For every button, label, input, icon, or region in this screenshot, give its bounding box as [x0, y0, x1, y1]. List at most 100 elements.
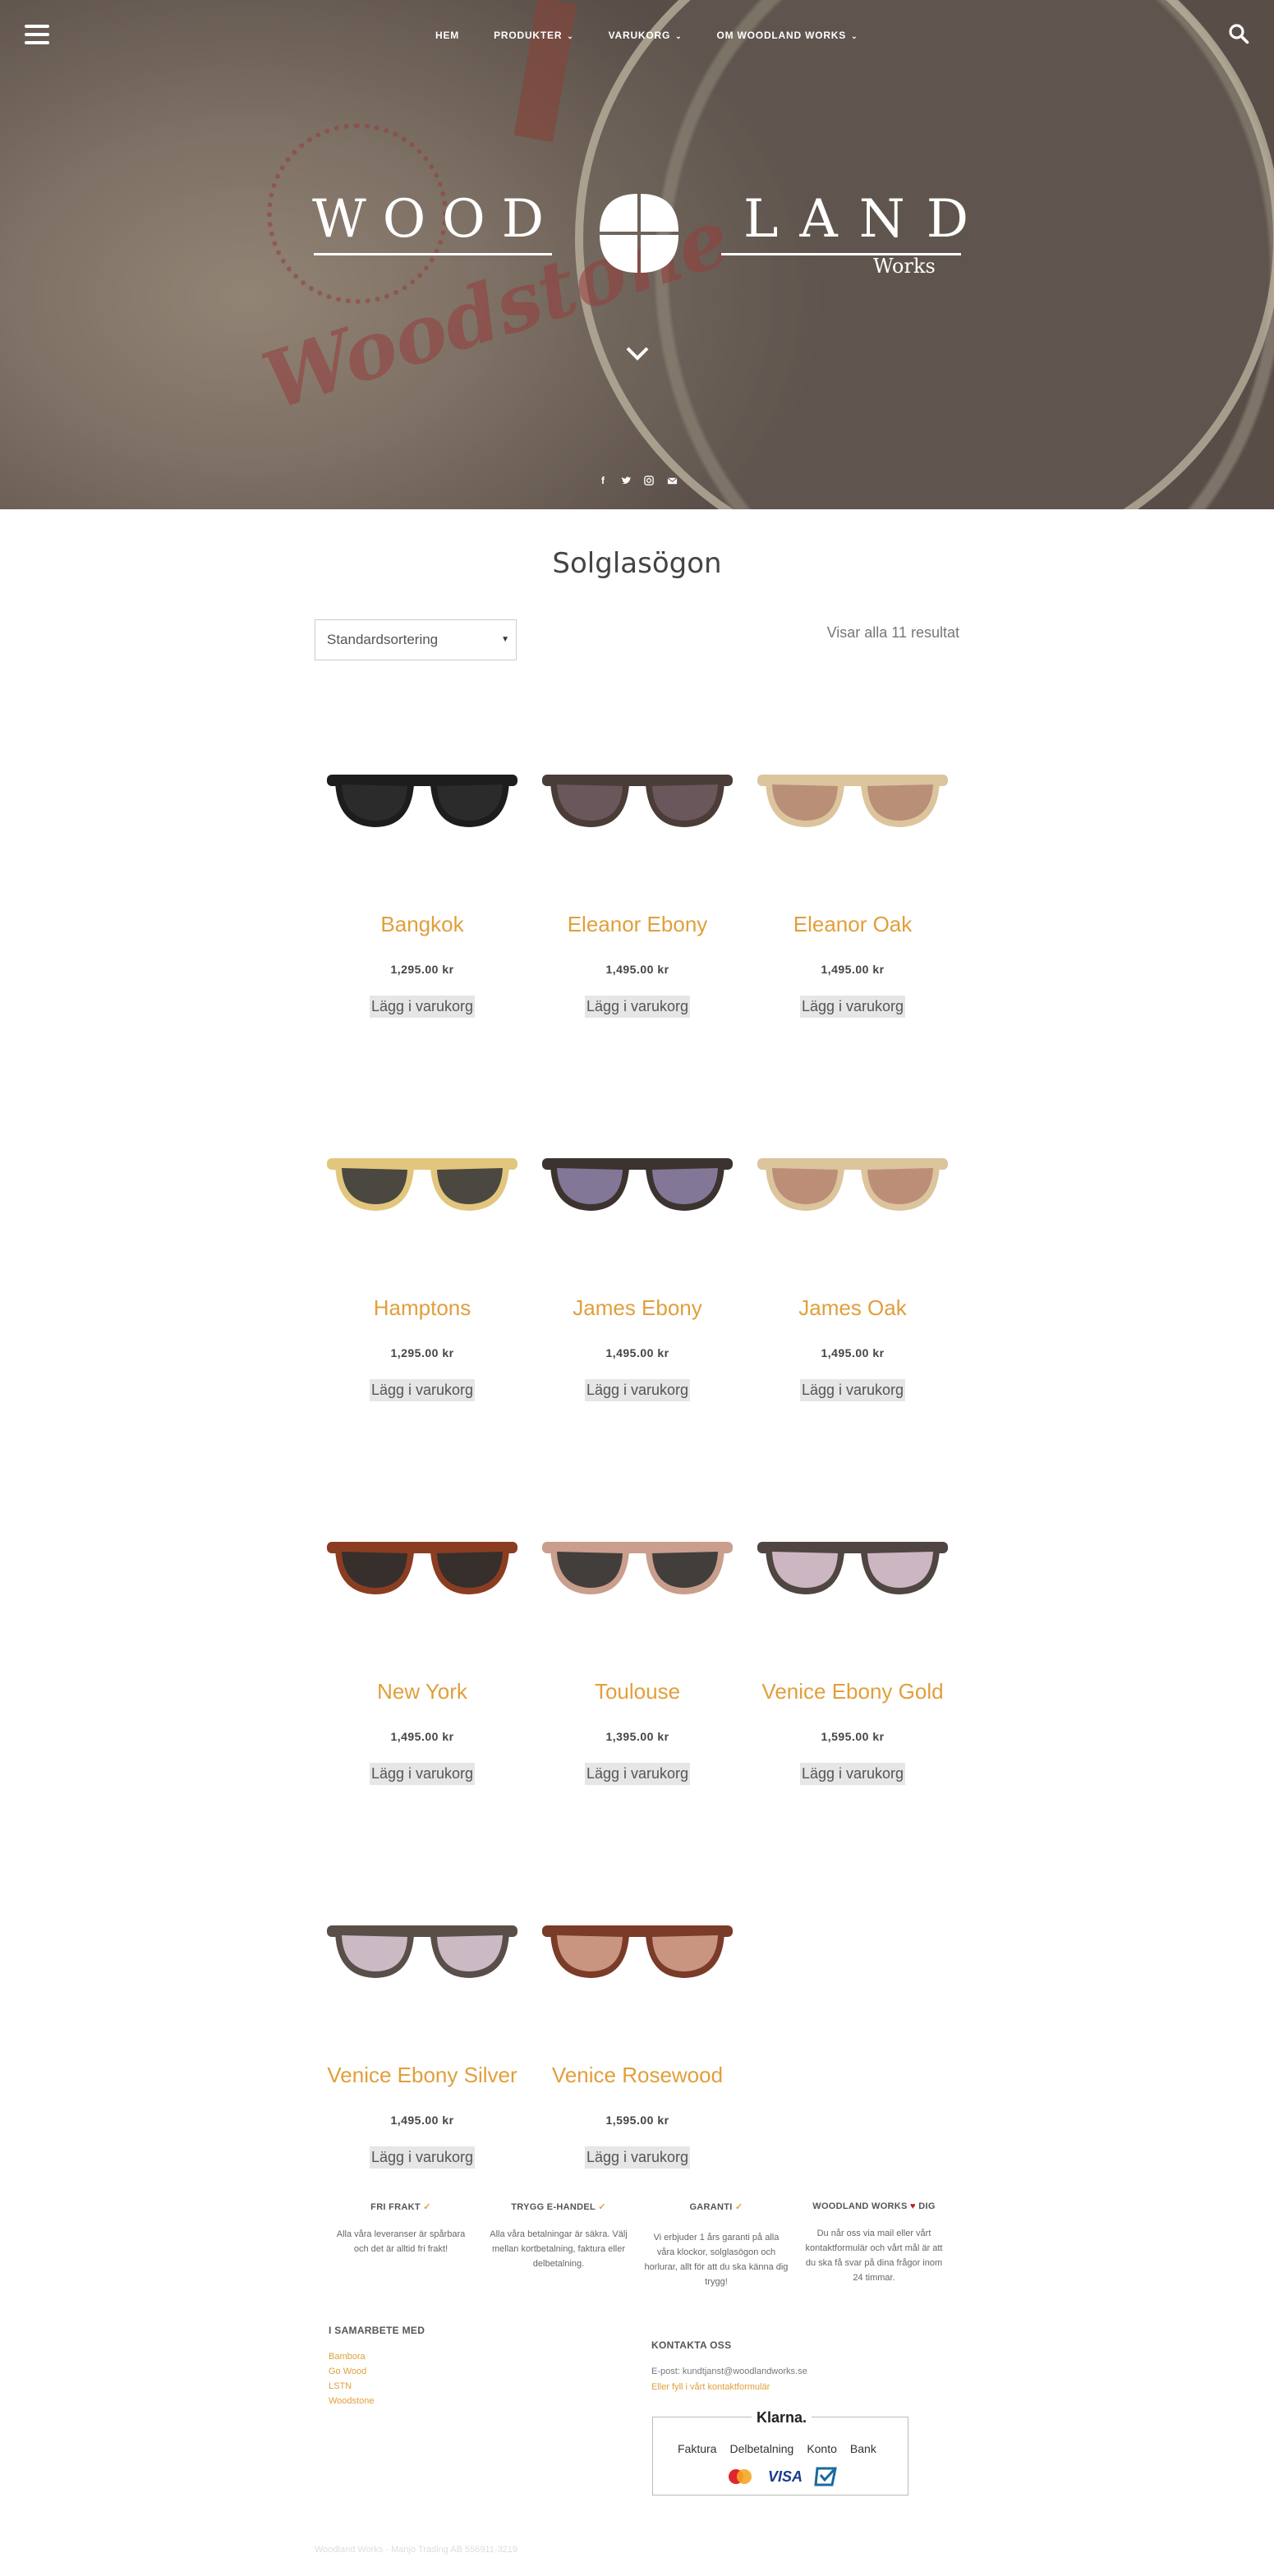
sunglasses-image[interactable]: [539, 1119, 736, 1242]
visa-icon: VISA: [768, 2468, 803, 2485]
product-price: 1,295.00 kr: [390, 963, 454, 976]
product-price: 1,295.00 kr: [390, 1346, 454, 1359]
feature-title: TRYGG E-HANDEL ✓: [511, 2202, 606, 2212]
partner-link-go-wood[interactable]: Go Wood: [329, 2364, 425, 2379]
product-card: New York 1,495.00 kr Lägg i varukorg: [315, 1465, 530, 1848]
partner-link-woodstone[interactable]: Woodstone: [329, 2394, 425, 2408]
product-card: Eleanor Ebony 1,495.00 kr Lägg i varukorg: [530, 698, 745, 1081]
page-title: Solglasögon: [552, 547, 722, 580]
sunglasses-image[interactable]: [539, 1886, 736, 2009]
product-card: James Ebony 1,495.00 kr Lägg i varukorg: [530, 1082, 745, 1465]
payment-option-bank: Bank: [849, 2442, 876, 2455]
clover-logo-icon: [600, 194, 678, 273]
product-price: 1,495.00 kr: [390, 2114, 454, 2127]
sunglasses-image[interactable]: [324, 735, 521, 858]
menu-icon[interactable]: [25, 25, 49, 44]
logo-text-wood: WOOD: [312, 189, 561, 250]
product-price: 1,495.00 kr: [821, 963, 885, 976]
add-to-cart-button[interactable]: Lägg i varukorg: [369, 1379, 476, 1401]
product-price: 1,495.00 kr: [605, 963, 669, 976]
feature-title: GARANTI ✓: [689, 2202, 743, 2212]
logo-text-works: Works: [873, 255, 936, 278]
product-name[interactable]: Toulouse: [530, 1679, 745, 1704]
add-to-cart-button[interactable]: Lägg i varukorg: [799, 1379, 906, 1401]
product-price: 1,595.00 kr: [605, 2114, 669, 2127]
feature-trygg-ehandel: TRYGG E-HANDEL ✓ Alla våra betalningar ä…: [486, 2201, 631, 2289]
sunglasses-image[interactable]: [754, 735, 951, 858]
logo-underline-left: [314, 253, 552, 255]
check-icon: ✓: [598, 2202, 606, 2212]
partners-title: I SAMARBETE MED: [329, 2325, 425, 2336]
product-card: Hamptons 1,295.00 kr Lägg i varukorg: [315, 1082, 530, 1465]
product-card: Eleanor Oak 1,495.00 kr Lägg i varukorg: [745, 698, 960, 1081]
product-name[interactable]: James Oak: [745, 1295, 960, 1321]
product-card: James Oak 1,495.00 kr Lägg i varukorg: [745, 1082, 960, 1465]
instagram-icon[interactable]: [643, 475, 655, 486]
nav-item-varukorg[interactable]: Varukorg ⌄: [609, 30, 683, 41]
email-icon[interactable]: [666, 475, 678, 486]
contact-form-link[interactable]: Eller fyll i vårt kontaktformulär: [651, 2382, 770, 2392]
search-icon[interactable]: [1228, 23, 1249, 44]
scroll-down-chevron-icon[interactable]: [624, 343, 651, 363]
verified-by-visa-icon: [814, 2467, 837, 2486]
feature-text: Alla våra betalningar är säkra. Välj mel…: [490, 2229, 628, 2269]
product-card: Venice Ebony Gold 1,595.00 kr Lägg i varuk…: [745, 1465, 960, 1848]
feature-text: Alla våra leveranser är spårbara och det…: [336, 2229, 466, 2254]
chevron-down-icon: ⌄: [851, 32, 858, 40]
add-to-cart-button[interactable]: Lägg i varukorg: [369, 996, 476, 1018]
dropdown-arrow-icon: ▼: [501, 635, 509, 644]
add-to-cart-button[interactable]: Lägg i varukorg: [799, 1763, 906, 1785]
features-row: FRI FRAKT ✓ Alla våra leveranser är spår…: [329, 2201, 946, 2289]
add-to-cart-button[interactable]: Lägg i varukorg: [369, 2146, 476, 2169]
sunglasses-image[interactable]: [324, 1502, 521, 1626]
twitter-icon[interactable]: [620, 475, 632, 486]
product-name[interactable]: Eleanor Ebony: [530, 912, 745, 937]
footer-copyright: Woodland Works - Manjo Trading AB 556911…: [315, 2545, 518, 2555]
product-name[interactable]: Hamptons: [315, 1295, 530, 1321]
add-to-cart-button[interactable]: Lägg i varukorg: [584, 1763, 691, 1785]
product-price: 1,595.00 kr: [821, 1730, 885, 1743]
sunglasses-image[interactable]: [539, 1502, 736, 1626]
product-name[interactable]: Venice Ebony Silver: [315, 2063, 530, 2088]
logo-text-land: LAND: [743, 189, 991, 250]
payment-options: Faktura Delbetalning Konto Bank: [678, 2442, 876, 2455]
add-to-cart-button[interactable]: Lägg i varukorg: [584, 2146, 691, 2169]
product-name[interactable]: New York: [315, 1679, 530, 1704]
product-name[interactable]: Bangkok: [315, 912, 530, 937]
klarna-payment-box: Klarna. Faktura Delbetalning Konto Bank …: [652, 2409, 908, 2496]
facebook-icon[interactable]: f: [597, 475, 609, 486]
sort-select[interactable]: Standardsortering ▼: [315, 619, 517, 660]
results-count: Visar alla 11 resultat: [826, 624, 959, 641]
sunglasses-image[interactable]: [754, 1119, 951, 1242]
product-name[interactable]: Venice Rosewood: [530, 2063, 745, 2088]
heart-icon: ♥: [910, 2201, 916, 2211]
partner-link-lstn[interactable]: LSTN: [329, 2379, 425, 2394]
sunglasses-image[interactable]: [324, 1886, 521, 2009]
sunglasses-image[interactable]: [539, 735, 736, 858]
nav-item-hem[interactable]: Hem: [435, 30, 459, 41]
site-logo[interactable]: WOOD LAND Works: [312, 189, 968, 288]
add-to-cart-button[interactable]: Lägg i varukorg: [799, 996, 906, 1018]
nav-item-produkter[interactable]: Produkter ⌄: [494, 30, 574, 41]
main-menu: Hem Produkter ⌄ Varukorg ⌄ Om Woodland Wor…: [435, 30, 858, 41]
nav-item-om-woodland-works[interactable]: Om Woodland Works ⌄: [716, 30, 858, 41]
product-name[interactable]: James Ebony: [530, 1295, 745, 1321]
payment-option-delbetalning: Delbetalning: [729, 2442, 794, 2455]
sunglasses-image[interactable]: [324, 1119, 521, 1242]
product-name[interactable]: Eleanor Oak: [745, 912, 960, 937]
check-icon: ✓: [423, 2202, 431, 2212]
add-to-cart-button[interactable]: Lägg i varukorg: [584, 1379, 691, 1401]
contact-title: KONTAKTA OSS: [651, 2339, 732, 2351]
add-to-cart-button[interactable]: Lägg i varukorg: [584, 996, 691, 1018]
product-name[interactable]: Venice Ebony Gold: [745, 1679, 960, 1704]
sunglasses-image[interactable]: [754, 1502, 951, 1626]
partner-link-bambora[interactable]: Bambora: [329, 2349, 425, 2364]
product-price: 1,495.00 kr: [605, 1346, 669, 1359]
card-logos: VISA: [725, 2465, 839, 2488]
sort-selected-value: Standardsortering: [327, 632, 439, 647]
product-card: Venice Rosewood 1,595.00 kr Lägg i varukor…: [530, 1849, 745, 2232]
add-to-cart-button[interactable]: Lägg i varukorg: [369, 1763, 476, 1785]
svg-text:VISA: VISA: [768, 2468, 803, 2485]
feature-title: FRI FRAKT ✓: [370, 2202, 431, 2212]
product-price: 1,495.00 kr: [390, 1730, 454, 1743]
